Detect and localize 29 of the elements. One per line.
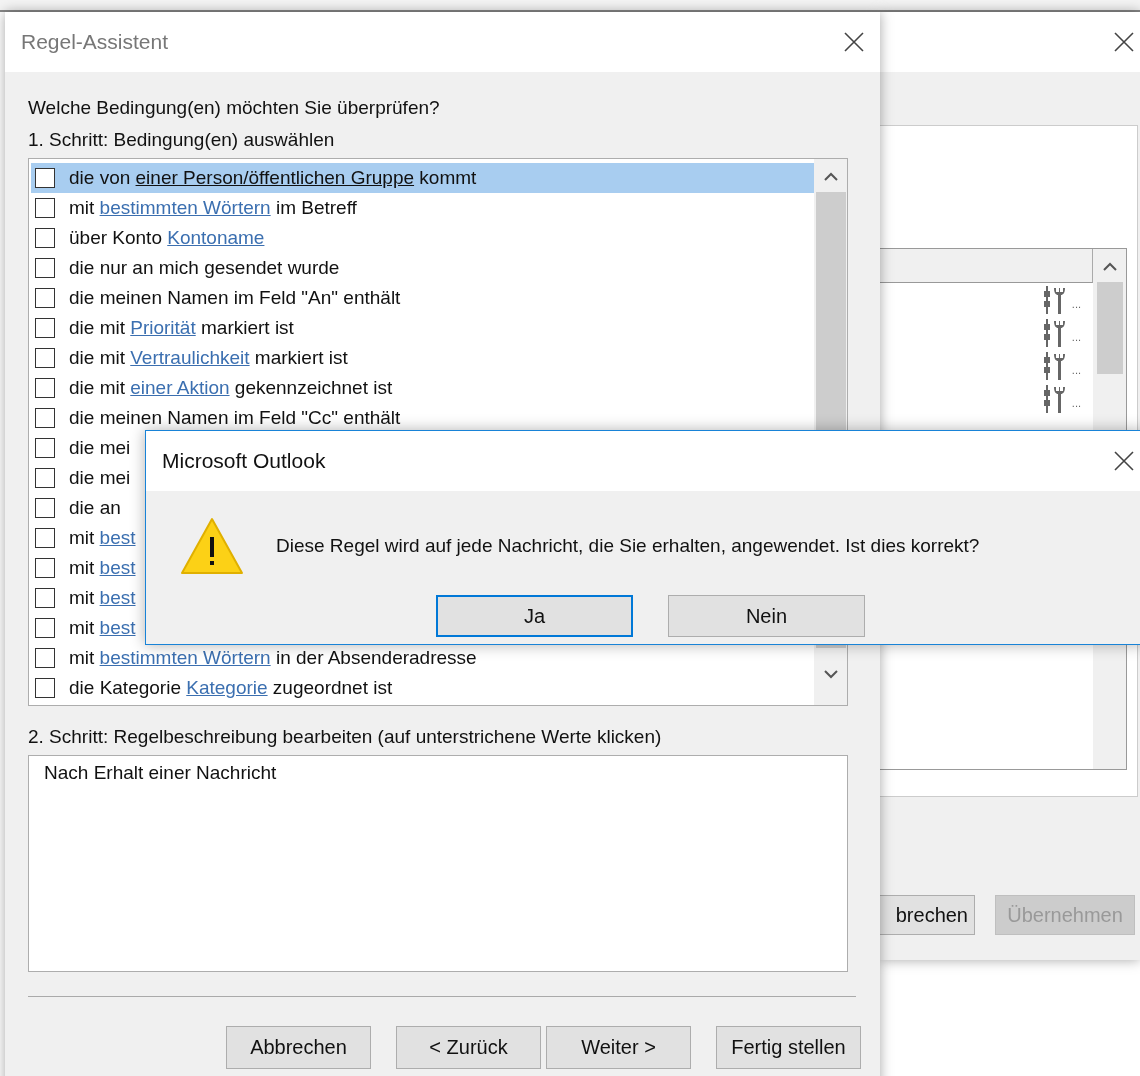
table-cell-text: ... [1071,298,1081,312]
step-label: 1. Schritt: Bedingung(en) auswählen [28,128,336,152]
condition-text: die mei [69,437,131,459]
condition-text: die an [69,497,121,519]
condition-text: mit best [69,587,136,609]
condition-text: über Konto Kontoname [69,227,265,249]
condition-text: die mei [69,467,131,489]
condition-text: die mit Priorität markiert ist [69,317,294,339]
condition-text: die mit Vertraulichkeit markiert ist [69,347,348,369]
condition-text: die mit einer Aktion gekennzeichnet ist [69,377,393,399]
condition-text: mit best [69,557,136,579]
dialog-title: Microsoft Outlook [162,449,326,473]
table-cell-text: ... [1071,364,1081,378]
message-text: Diese Regel wird auf jede Nachricht, die Sie erhalten, angewendet. Ist dies korrekt? [276,535,980,557]
table-cell-text: ... [1071,331,1081,345]
window-title: Regel-Assistent [21,30,169,54]
condition-text: die meinen Namen im Feld "An" enthält [69,287,401,309]
question-text: Welche Bedingung(en) möchten Sie überprüfen? [28,96,441,120]
condition-text: mit best [69,617,136,639]
condition-text: die Kategorie Kategorie zugeordnet ist [69,677,393,699]
condition-text: die nur an mich gesendet wurde [69,257,340,279]
condition-text: mit bestimmten Wörtern im Betreff [69,197,357,219]
condition-text: mit bestimmten Wörtern in der Absenderadresse [69,647,477,669]
condition-text: mit best [69,527,136,549]
step-label: 2. Schritt: Regelbeschreibung bearbeiten (auf unterstrichene Werte klicken) [28,725,663,749]
condition-text: die von einer Person/öffentlichen Gruppe kommt [69,167,477,189]
table-cell-text: ... [1071,397,1081,411]
condition-text: die meinen Namen im Feld "Cc" enthält [69,407,401,429]
rule-description: Nach Erhalt einer Nachricht [28,755,848,972]
